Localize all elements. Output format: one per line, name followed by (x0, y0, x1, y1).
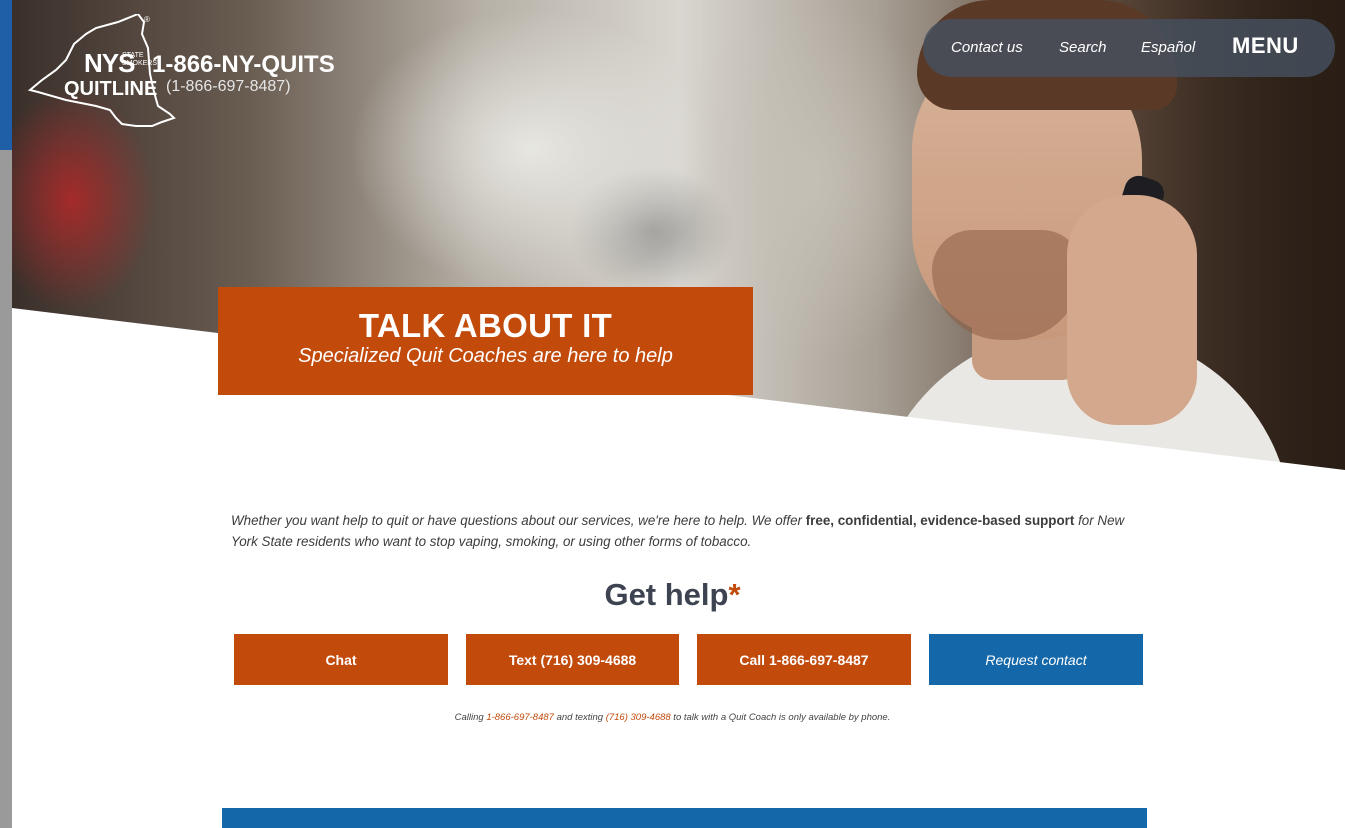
nav-contact-us[interactable]: Contact us (951, 39, 1023, 56)
phone-availability-note: Calling 1-866-697-8487 and texting (716)… (0, 712, 1345, 723)
chat-button[interactable]: Chat (234, 634, 448, 685)
get-help-heading: Get help* (0, 577, 1345, 613)
note-text-b: and texting (553, 712, 606, 723)
banner-title: TALK ABOUT IT (358, 307, 613, 344)
nav-search[interactable]: Search (1059, 39, 1107, 56)
intro-text-1: Whether you want help to quit or have qu… (231, 513, 806, 529)
note-text-a: Calling (454, 712, 487, 723)
intro-paragraph: Whether you want help to quit or have qu… (231, 510, 1136, 552)
page-left-accent (0, 0, 12, 150)
note-phone-link[interactable]: 1-866-697-8487 (486, 712, 554, 723)
note-text-number-link[interactable]: (716) 309-4688 (606, 712, 671, 723)
svg-text:®: ® (144, 15, 150, 24)
call-button[interactable]: Call 1-866-697-8487 (697, 634, 911, 685)
intro-bold-text: free, confidential, evidence-based suppo… (805, 513, 1075, 529)
top-navigation: Contact us Search Español MENU (923, 19, 1335, 77)
site-logo[interactable]: ® NYS STATE SMOKERS' QUITLINE 1-866-NY-QU… (26, 14, 346, 134)
logo-numeric-phone: (1-866-697-8487) (166, 78, 291, 95)
next-section-bar (222, 808, 1147, 828)
banner-subtitle: Specialized Quit Coaches are here to hel… (298, 345, 673, 367)
text-button[interactable]: Text (716) 309-4688 (466, 634, 679, 685)
menu-button[interactable]: MENU (1232, 33, 1299, 59)
nav-espanol[interactable]: Español (1141, 39, 1195, 56)
get-help-title: Get help (604, 577, 729, 612)
request-contact-button[interactable]: Request contact (929, 634, 1143, 685)
note-text-c: to talk with a Quit Coach is only availa… (670, 712, 891, 723)
logo-quitline-text: QUITLINE (64, 78, 158, 100)
get-help-asterisk: * (728, 577, 741, 612)
hero-banner: TALK ABOUT IT Specialized Quit Coaches a… (218, 287, 753, 395)
logo-vanity-phone: 1-866-NY-QUITS (152, 51, 335, 78)
